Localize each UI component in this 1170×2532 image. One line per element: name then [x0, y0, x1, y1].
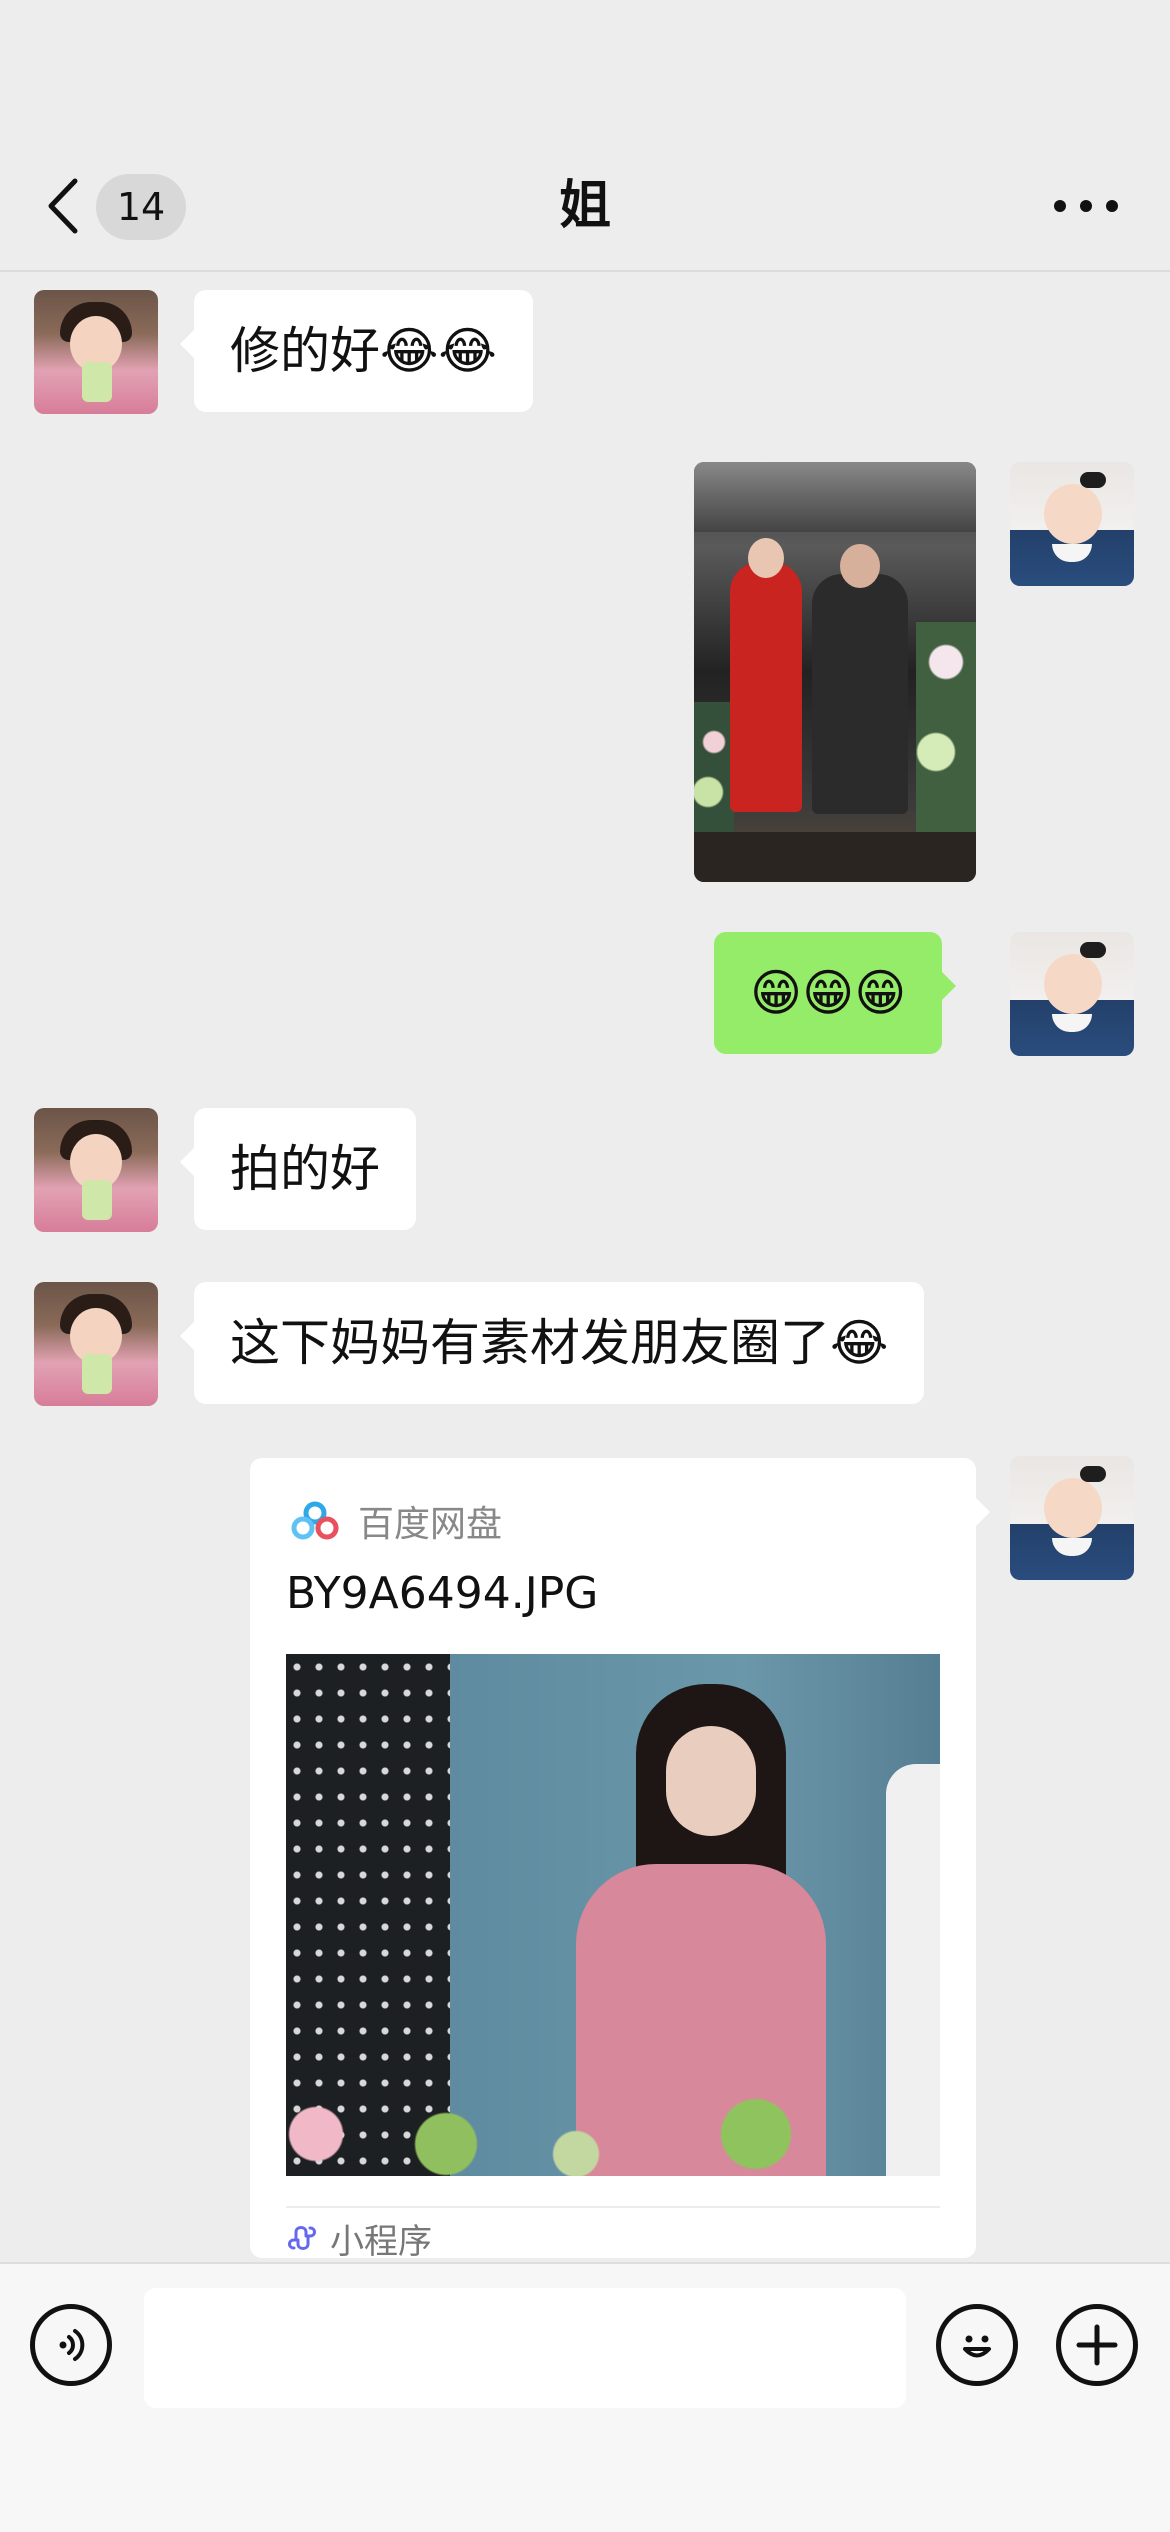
my-avatar[interactable]	[1010, 932, 1134, 1056]
card-divider	[286, 2206, 940, 2208]
card-footer: 小程序	[286, 2218, 432, 2262]
voice-button[interactable]	[30, 2304, 112, 2386]
message-bubble-received[interactable]: 拍的好	[180, 1108, 416, 1230]
message-input[interactable]	[144, 2288, 906, 2408]
mini-program-label: 小程序	[330, 2221, 432, 2262]
my-avatar[interactable]	[1010, 1456, 1134, 1580]
contact-avatar[interactable]	[34, 290, 158, 414]
card-preview-image	[286, 1654, 940, 2176]
chat-title: 姐	[558, 176, 611, 236]
contact-avatar[interactable]	[34, 1108, 158, 1232]
plus-icon	[1076, 2324, 1118, 2366]
chat-screen: 14 姐 修的好😂😂 😁😁😁 拍的好 这下妈妈有素材发朋友圈了😂 百度网盘 BY…	[0, 0, 1170, 2532]
emoji-button[interactable]	[936, 2304, 1018, 2386]
mini-program-card[interactable]: 百度网盘 BY9A6494.JPG 小程序	[250, 1458, 990, 2262]
mini-program-icon	[288, 2226, 316, 2250]
message-bubble-sent[interactable]: 😁😁😁	[714, 932, 957, 1054]
message-bubble-received[interactable]: 修的好😂😂	[180, 290, 533, 412]
voice-icon	[59, 2329, 85, 2361]
card-source-label: 百度网盘	[358, 1504, 503, 1545]
more-dots-icon	[1054, 200, 1066, 212]
baidu-netdisk-icon	[291, 1501, 339, 1540]
more-functions-button[interactable]	[1056, 2304, 1138, 2386]
input-bar	[0, 2262, 1170, 2532]
contact-avatar[interactable]	[34, 1282, 158, 1406]
message-bubble-received[interactable]: 这下妈妈有素材发朋友圈了😂	[179, 1282, 925, 1404]
card-source: 百度网盘	[290, 1496, 502, 1546]
emoji-icon	[963, 2335, 991, 2358]
chat-header: 14 姐	[0, 0, 1170, 272]
photo-message[interactable]	[694, 462, 976, 882]
card-title: BY9A6494.JPG	[286, 1568, 599, 1619]
my-avatar[interactable]	[1010, 462, 1134, 586]
more-options-button[interactable]	[1054, 196, 1118, 216]
